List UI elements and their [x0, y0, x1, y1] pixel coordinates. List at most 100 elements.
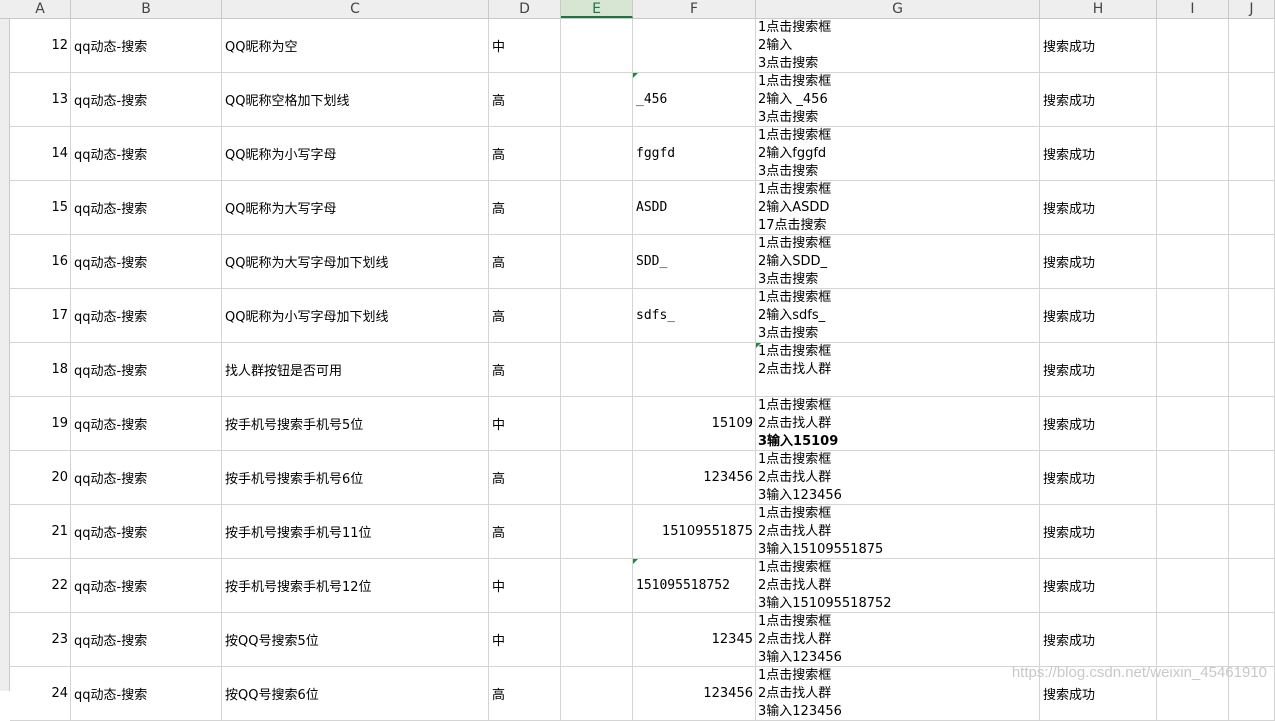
row-number-cell[interactable]: 24: [10, 667, 71, 720]
module-cell[interactable]: qq动态-搜索: [71, 127, 222, 180]
input-cell[interactable]: 12345: [633, 613, 756, 666]
result-cell[interactable]: 搜索成功: [1040, 613, 1157, 666]
result-cell[interactable]: 搜索成功: [1040, 73, 1157, 126]
priority-cell[interactable]: 高: [489, 289, 561, 342]
empty-cell-i[interactable]: [1157, 181, 1229, 234]
result-cell[interactable]: 搜索成功: [1040, 181, 1157, 234]
row-number-cell[interactable]: 22: [10, 559, 71, 612]
result-cell[interactable]: 搜索成功: [1040, 559, 1157, 612]
column-header-d[interactable]: D: [489, 0, 561, 18]
column-header-c[interactable]: C: [222, 0, 489, 18]
module-cell[interactable]: qq动态-搜索: [71, 289, 222, 342]
column-header-a[interactable]: A: [10, 0, 71, 18]
steps-cell[interactable]: 1点击搜索框 2点击找人群 3输入123456: [756, 451, 1040, 504]
column-header-b[interactable]: B: [71, 0, 222, 18]
case-name-cell[interactable]: 按手机号搜索手机号12位: [222, 559, 489, 612]
empty-cell-j[interactable]: [1229, 397, 1275, 450]
row-number-cell[interactable]: 12: [10, 19, 71, 72]
result-cell[interactable]: 搜索成功: [1040, 397, 1157, 450]
empty-cell-e[interactable]: [561, 19, 633, 72]
column-header-e[interactable]: E: [561, 0, 633, 18]
empty-cell-e[interactable]: [561, 559, 633, 612]
column-header-g[interactable]: G: [756, 0, 1040, 18]
empty-cell-e[interactable]: [561, 397, 633, 450]
priority-cell[interactable]: 高: [489, 127, 561, 180]
case-name-cell[interactable]: QQ昵称为小写字母加下划线: [222, 289, 489, 342]
empty-cell-j[interactable]: [1229, 451, 1275, 504]
case-name-cell[interactable]: 按手机号搜索手机号11位: [222, 505, 489, 558]
module-cell[interactable]: qq动态-搜索: [71, 613, 222, 666]
row-number-cell[interactable]: 19: [10, 397, 71, 450]
steps-cell[interactable]: 1点击搜索框 2输入 _456 3点击搜索: [756, 73, 1040, 126]
row-number-cell[interactable]: 17: [10, 289, 71, 342]
case-name-cell[interactable]: 按手机号搜索手机号6位: [222, 451, 489, 504]
case-name-cell[interactable]: 按QQ号搜索6位: [222, 667, 489, 720]
row-number-cell[interactable]: 21: [10, 505, 71, 558]
result-cell[interactable]: 搜索成功: [1040, 451, 1157, 504]
steps-cell[interactable]: 1点击搜索框 2输入SDD_ 3点击搜索: [756, 235, 1040, 288]
empty-cell-e[interactable]: [561, 127, 633, 180]
result-cell[interactable]: 搜索成功: [1040, 19, 1157, 72]
priority-cell[interactable]: 中: [489, 559, 561, 612]
case-name-cell[interactable]: QQ昵称空格加下划线: [222, 73, 489, 126]
case-name-cell[interactable]: QQ昵称为大写字母加下划线: [222, 235, 489, 288]
empty-cell-e[interactable]: [561, 613, 633, 666]
empty-cell-i[interactable]: [1157, 289, 1229, 342]
empty-cell-j[interactable]: [1229, 73, 1275, 126]
column-header-f[interactable]: F: [633, 0, 756, 18]
empty-cell-e[interactable]: [561, 235, 633, 288]
input-cell[interactable]: 15109551875: [633, 505, 756, 558]
row-number-cell[interactable]: 14: [10, 127, 71, 180]
input-cell[interactable]: 151095518752: [633, 559, 756, 612]
empty-cell-i[interactable]: [1157, 235, 1229, 288]
column-header-h[interactable]: H: [1040, 0, 1157, 18]
row-number-cell[interactable]: 20: [10, 451, 71, 504]
empty-cell-j[interactable]: [1229, 343, 1275, 396]
case-name-cell[interactable]: 按手机号搜索手机号5位: [222, 397, 489, 450]
steps-cell[interactable]: 1点击搜索框 2点击找人群 3输入15109551875: [756, 505, 1040, 558]
empty-cell-i[interactable]: [1157, 613, 1229, 666]
empty-cell-j[interactable]: [1229, 127, 1275, 180]
empty-cell-e[interactable]: [561, 667, 633, 720]
priority-cell[interactable]: 中: [489, 19, 561, 72]
input-cell[interactable]: [633, 343, 756, 396]
empty-cell-j[interactable]: [1229, 559, 1275, 612]
input-cell[interactable]: _456: [633, 73, 756, 126]
empty-cell-e[interactable]: [561, 451, 633, 504]
empty-cell-e[interactable]: [561, 73, 633, 126]
priority-cell[interactable]: 高: [489, 235, 561, 288]
priority-cell[interactable]: 中: [489, 397, 561, 450]
empty-cell-e[interactable]: [561, 289, 633, 342]
input-cell[interactable]: 123456: [633, 667, 756, 720]
steps-cell[interactable]: 1点击搜索框 2输入fggfd 3点击搜索: [756, 127, 1040, 180]
priority-cell[interactable]: 高: [489, 343, 561, 396]
row-number-cell[interactable]: 23: [10, 613, 71, 666]
steps-cell[interactable]: 1点击搜索框 2输入ASDD 17点击搜索: [756, 181, 1040, 234]
column-header-j[interactable]: J: [1229, 0, 1275, 18]
priority-cell[interactable]: 高: [489, 181, 561, 234]
case-name-cell[interactable]: QQ昵称为大写字母: [222, 181, 489, 234]
result-cell[interactable]: 搜索成功: [1040, 235, 1157, 288]
row-number-cell[interactable]: 16: [10, 235, 71, 288]
input-cell[interactable]: fggfd: [633, 127, 756, 180]
empty-cell-e[interactable]: [561, 181, 633, 234]
steps-cell[interactable]: 1点击搜索框 2输入 3点击搜索: [756, 19, 1040, 72]
case-name-cell[interactable]: 按QQ号搜索5位: [222, 613, 489, 666]
module-cell[interactable]: qq动态-搜索: [71, 667, 222, 720]
result-cell[interactable]: 搜索成功: [1040, 289, 1157, 342]
empty-cell-j[interactable]: [1229, 235, 1275, 288]
empty-cell-i[interactable]: [1157, 397, 1229, 450]
module-cell[interactable]: qq动态-搜索: [71, 19, 222, 72]
module-cell[interactable]: qq动态-搜索: [71, 181, 222, 234]
steps-cell[interactable]: 1点击搜索框 2点击找人群 3输入123456: [756, 613, 1040, 666]
input-cell[interactable]: sdfs_: [633, 289, 756, 342]
empty-cell-i[interactable]: [1157, 73, 1229, 126]
input-cell[interactable]: 15109: [633, 397, 756, 450]
case-name-cell[interactable]: 找人群按钮是否可用: [222, 343, 489, 396]
module-cell[interactable]: qq动态-搜索: [71, 235, 222, 288]
empty-cell-i[interactable]: [1157, 19, 1229, 72]
steps-cell[interactable]: 1点击搜索框 2点击找人群 3输入151095518752: [756, 559, 1040, 612]
input-cell[interactable]: SDD_: [633, 235, 756, 288]
module-cell[interactable]: qq动态-搜索: [71, 505, 222, 558]
input-cell[interactable]: ASDD: [633, 181, 756, 234]
